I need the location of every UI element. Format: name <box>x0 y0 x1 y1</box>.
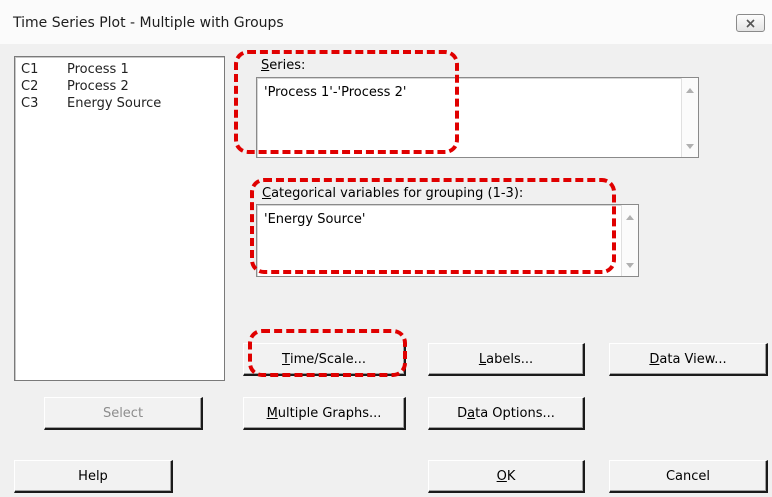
series-label: Series: <box>261 58 306 73</box>
select-button[interactable]: Select <box>44 397 203 430</box>
cancel-button[interactable]: Cancel <box>609 460 768 493</box>
labels-button[interactable]: Labels... <box>428 343 585 376</box>
grouping-field[interactable]: 'Energy Source' <box>256 204 639 277</box>
scroll-down-icon[interactable] <box>686 144 694 149</box>
multiple-graphs-button[interactable]: Multiple Graphs... <box>243 397 406 430</box>
close-button[interactable] <box>736 14 765 32</box>
grouping-value: 'Energy Source' <box>264 212 366 227</box>
title-bar: Time Series Plot - Multiple with Groups <box>0 0 772 44</box>
scroll-up-icon[interactable] <box>626 215 634 220</box>
list-item[interactable]: C1 Process 1 <box>21 62 129 78</box>
list-item[interactable]: C3 Energy Source <box>21 96 161 112</box>
column-name: Energy Source <box>67 96 162 111</box>
column-id: C1 <box>21 62 39 77</box>
column-id: C3 <box>21 96 39 111</box>
grouping-label: Categorical variables for grouping (1-3)… <box>262 186 524 201</box>
series-field[interactable]: 'Process 1'-'Process 2' <box>256 77 699 158</box>
column-name: Process 2 <box>67 79 129 94</box>
scroll-down-icon[interactable] <box>626 263 634 268</box>
help-button[interactable]: Help <box>14 460 173 493</box>
close-icon <box>746 18 755 28</box>
window-title: Time Series Plot - Multiple with Groups <box>13 15 284 31</box>
variable-list[interactable]: C1 Process 1 C2 Process 2 C3 Energy Source <box>14 56 225 381</box>
grouping-scrollbar[interactable] <box>621 205 638 276</box>
list-item[interactable]: C2 Process 2 <box>21 79 129 95</box>
data-options-button[interactable]: Da ta Options... <box>428 397 585 430</box>
data-view-button[interactable]: Data View... <box>609 343 768 376</box>
series-scrollbar[interactable] <box>681 78 698 157</box>
scroll-up-icon[interactable] <box>686 88 694 93</box>
time-scale-button[interactable]: Time/Scale... <box>243 343 406 376</box>
ok-button[interactable]: OK <box>428 460 585 493</box>
column-name: Process 1 <box>67 62 129 77</box>
series-value: 'Process 1'-'Process 2' <box>264 85 407 100</box>
column-id: C2 <box>21 79 39 94</box>
